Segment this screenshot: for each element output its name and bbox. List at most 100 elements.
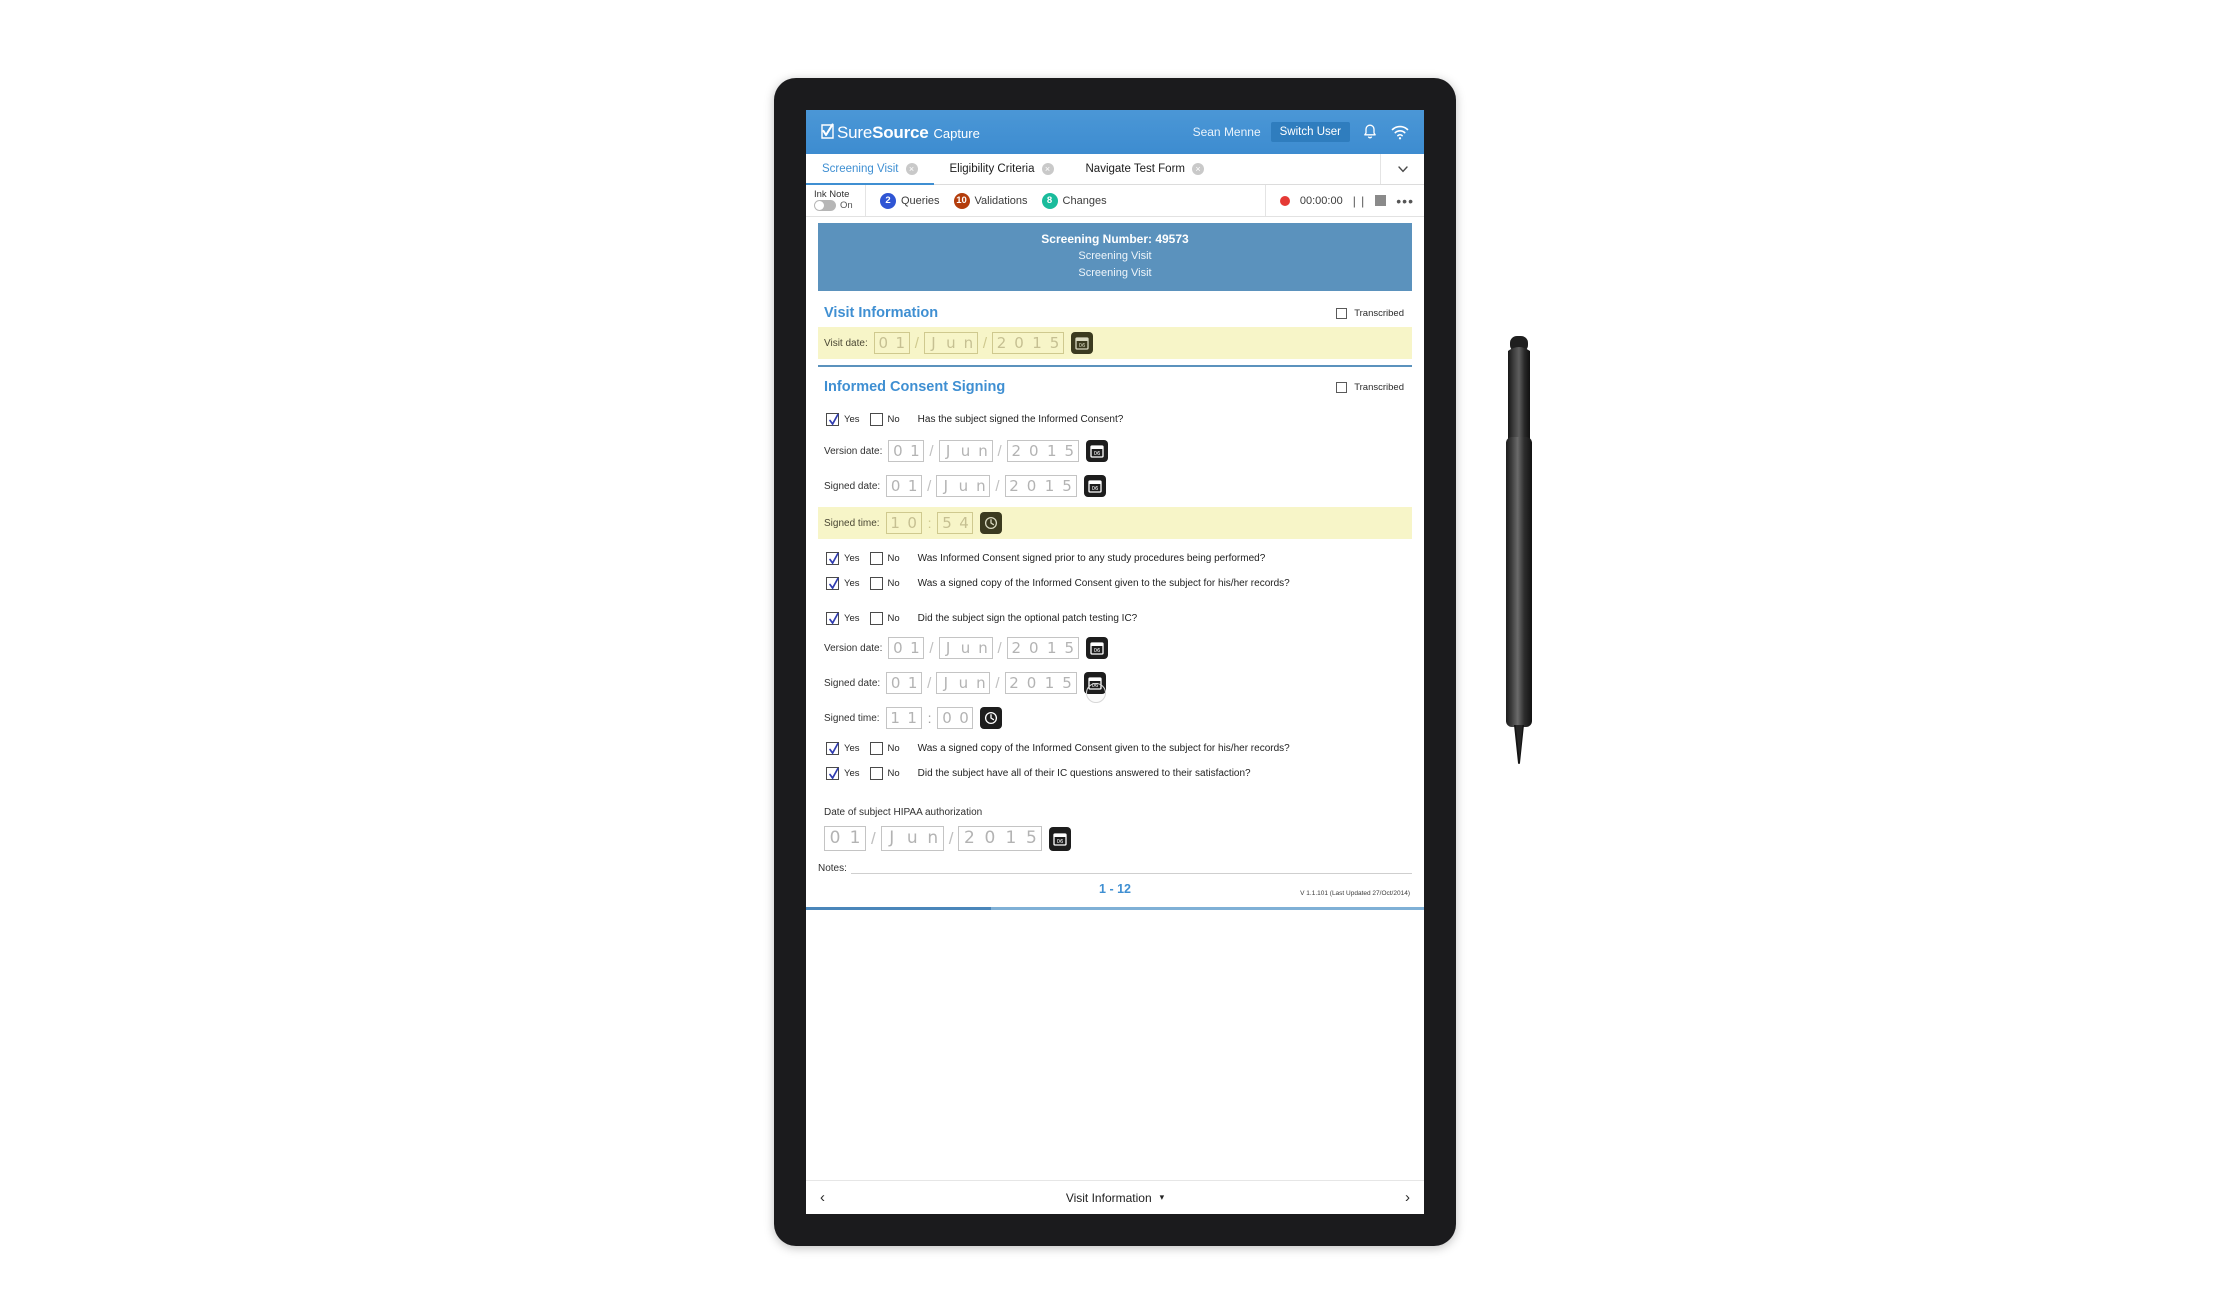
question-row-6[interactable]: Yes No Did the subject have all of their… <box>826 767 1412 781</box>
notes-input[interactable] <box>850 861 1412 875</box>
signed-date-input-2[interactable]: 0 1 / J u n / 2 0 1 5 <box>886 672 1077 695</box>
section-selector[interactable]: Visit Information ▾ <box>840 1191 1390 1205</box>
ink-note-toggle[interactable] <box>814 200 836 212</box>
pause-icon[interactable]: | | <box>1353 194 1366 208</box>
date-yr-1[interactable]: 2 <box>992 332 1011 355</box>
signed-time-input-2[interactable]: 1 1 : 0 0 <box>885 707 974 730</box>
date-yr-4[interactable]: 5 <box>1021 826 1043 852</box>
date-day-1[interactable]: 0 <box>873 332 892 355</box>
time-hour-2[interactable]: 1 <box>903 707 922 730</box>
hipaa-date-input[interactable]: 0 1 / J u n / 2 0 1 5 <box>824 826 1043 852</box>
calendar-picker-button[interactable]: 06 <box>1083 475 1106 498</box>
date-yr-4[interactable]: 5 <box>1046 332 1065 355</box>
version-date-row-1[interactable]: Version date: 0 1 / J u n / 2 0 1 5 06 <box>818 440 1412 463</box>
transcribed-checkbox-group-visit[interactable]: Transcribed <box>1336 307 1404 319</box>
close-icon[interactable]: × <box>1192 163 1204 175</box>
time-hour-1[interactable]: 1 <box>885 707 904 730</box>
ink-note-control[interactable]: Ink Note On <box>806 185 866 216</box>
tab-navigate-test-form[interactable]: Navigate Test Form × <box>1070 154 1221 184</box>
signed-date-row-1[interactable]: Signed date: 0 1 / J u n / 2 0 1 5 06 <box>818 475 1412 498</box>
notification-bell-icon[interactable] <box>1360 122 1380 142</box>
yes-checkbox[interactable] <box>826 413 839 427</box>
date-yr-4[interactable]: 5 <box>1058 475 1077 498</box>
time-min-1[interactable]: 0 <box>937 707 956 730</box>
overflow-menu-icon[interactable]: ••• <box>1396 194 1414 208</box>
question-row-3[interactable]: Yes No Was a signed copy of the Informed… <box>826 577 1412 591</box>
date-mon-2[interactable]: u <box>956 637 975 660</box>
time-picker-button[interactable] <box>980 707 1003 730</box>
no-checkbox[interactable] <box>869 742 883 756</box>
time-picker-button[interactable] <box>980 512 1003 535</box>
yes-checkbox[interactable] <box>826 742 839 756</box>
transcribed-checkbox[interactable] <box>1336 307 1348 319</box>
time-hour-1[interactable]: 1 <box>885 512 904 535</box>
date-yr-3[interactable]: 1 <box>1042 637 1061 660</box>
record-icon[interactable] <box>1279 195 1290 206</box>
date-mon-3[interactable]: n <box>959 332 978 355</box>
date-yr-1[interactable]: 2 <box>1004 475 1023 498</box>
date-yr-2[interactable]: 0 <box>1022 475 1041 498</box>
signed-time-row-2[interactable]: Signed time: 1 1 : 0 0 <box>818 707 1412 730</box>
close-icon[interactable]: × <box>1041 163 1054 175</box>
stop-icon[interactable] <box>1375 195 1387 206</box>
yes-checkbox[interactable] <box>826 767 839 781</box>
date-mon-1[interactable]: J <box>936 672 955 695</box>
date-mon-3[interactable]: n <box>972 672 991 695</box>
calendar-picker-button[interactable]: 06 <box>1083 672 1106 704</box>
date-yr-1[interactable]: 2 <box>1006 637 1025 660</box>
date-mon-2[interactable]: u <box>954 475 973 498</box>
visit-date-row[interactable]: Visit date: 0 1 / J u n / 2 0 1 5 06 <box>818 327 1412 360</box>
tab-screening-visit[interactable]: Screening Visit × <box>806 154 934 185</box>
yes-checkbox[interactable] <box>826 612 839 626</box>
date-day-2[interactable]: 1 <box>904 475 923 498</box>
date-yr-2[interactable]: 0 <box>1024 440 1043 463</box>
version-date-row-2[interactable]: Version date: 0 1 / J u n / 2 0 1 5 06 <box>818 637 1412 660</box>
no-checkbox[interactable] <box>869 767 883 781</box>
date-day-1[interactable]: 0 <box>886 475 905 498</box>
date-day-2[interactable]: 1 <box>906 440 925 463</box>
form-scroll-area[interactable]: Screening Number: 49573 Screening Visit … <box>806 217 1424 1180</box>
date-yr-3[interactable]: 1 <box>1028 332 1047 355</box>
date-day-1[interactable]: 0 <box>888 440 907 463</box>
date-mon-3[interactable]: n <box>972 475 991 498</box>
time-min-2[interactable]: 4 <box>955 512 974 535</box>
question-row-2[interactable]: Yes No Was Informed Consent signed prior… <box>826 552 1412 566</box>
calendar-picker-button[interactable]: 06 <box>1085 440 1108 463</box>
date-mon-1[interactable]: J <box>880 826 902 852</box>
date-day-1[interactable]: 0 <box>888 637 907 660</box>
switch-user-button[interactable]: Switch User <box>1270 122 1350 142</box>
date-yr-1[interactable]: 2 <box>1004 672 1023 695</box>
date-yr-1[interactable]: 2 <box>1006 440 1025 463</box>
tab-eligibility-criteria[interactable]: Eligibility Criteria × <box>934 154 1070 184</box>
time-hour-2[interactable]: 0 <box>903 512 922 535</box>
date-yr-4[interactable]: 5 <box>1060 440 1079 463</box>
date-mon-3[interactable]: n <box>974 637 993 660</box>
date-mon-2[interactable]: u <box>954 672 973 695</box>
date-yr-4[interactable]: 5 <box>1058 672 1077 695</box>
date-yr-3[interactable]: 1 <box>1040 475 1059 498</box>
date-yr-3[interactable]: 1 <box>1040 672 1059 695</box>
date-mon-1[interactable]: J <box>936 475 955 498</box>
no-checkbox[interactable] <box>869 577 883 591</box>
date-yr-1[interactable]: 2 <box>958 826 980 852</box>
no-checkbox[interactable] <box>869 612 883 626</box>
calendar-picker-button[interactable]: 06 <box>1085 637 1108 660</box>
date-mon-1[interactable]: J <box>938 637 957 660</box>
hipaa-date-row[interactable]: 0 1 / J u n / 2 0 1 5 06 <box>818 826 1412 852</box>
time-min-1[interactable]: 5 <box>937 512 956 535</box>
date-day-2[interactable]: 1 <box>904 672 923 695</box>
question-row-1[interactable]: Yes No Has the subject signed the Inform… <box>826 413 1412 427</box>
transcribed-checkbox[interactable] <box>1336 381 1348 393</box>
yes-checkbox[interactable] <box>826 577 839 591</box>
question-row-4[interactable]: Yes No Did the subject sign the optional… <box>826 612 1412 626</box>
date-mon-2[interactable]: u <box>956 440 975 463</box>
visit-date-input[interactable]: 0 1 / J u n / 2 0 1 5 <box>873 332 1065 355</box>
date-day-1[interactable]: 0 <box>886 672 905 695</box>
next-section-button[interactable]: › <box>1390 1189 1410 1206</box>
date-yr-2[interactable]: 0 <box>1024 637 1043 660</box>
close-icon[interactable]: × <box>905 163 918 175</box>
calendar-picker-button[interactable]: 06 <box>1049 826 1072 851</box>
validations-button[interactable]: 10 Validations <box>953 192 1028 209</box>
date-mon-1[interactable]: J <box>923 332 942 355</box>
date-yr-2[interactable]: 0 <box>1010 332 1029 355</box>
